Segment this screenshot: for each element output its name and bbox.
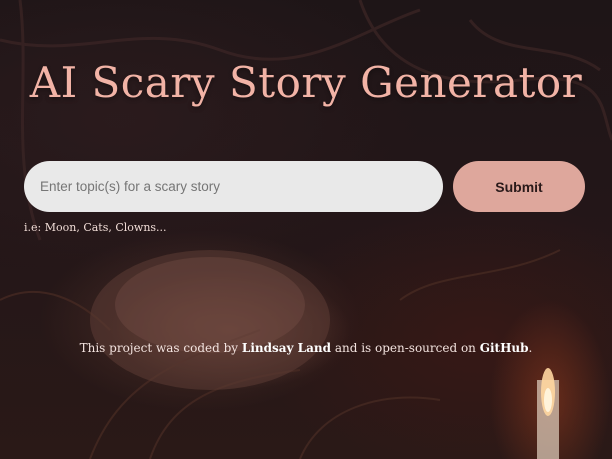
- footer: This project was coded by Lindsay Land a…: [0, 341, 612, 355]
- topic-search-input[interactable]: [24, 161, 443, 212]
- github-link[interactable]: GitHub: [480, 341, 529, 355]
- input-hint: i.e: Moon, Cats, Clowns...: [24, 221, 167, 234]
- submit-button[interactable]: Submit: [453, 161, 585, 212]
- page-title: AI Scary Story Generator: [29, 58, 583, 107]
- footer-text-middle: and is open-sourced on: [331, 341, 480, 355]
- author-link[interactable]: Lindsay Land: [242, 341, 331, 355]
- footer-text-before: This project was coded by: [79, 341, 242, 355]
- footer-text-after: .: [528, 341, 533, 355]
